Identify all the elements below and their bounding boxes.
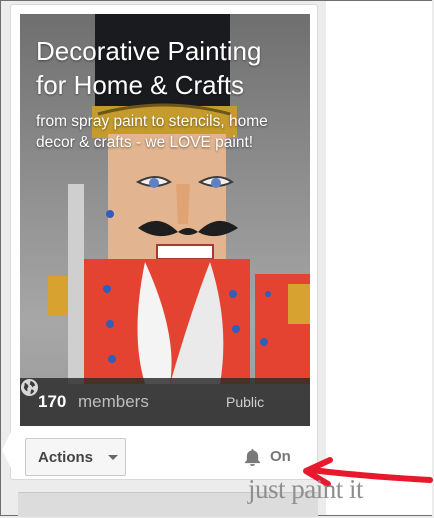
community-title[interactable]: Decorative Painting for Home & Crafts [36, 34, 298, 102]
community-info-bar: 170 members Public [20, 378, 310, 426]
watermark-text: just paint it [248, 474, 364, 504]
notifications-state: On [270, 448, 291, 465]
card-pointer [2, 432, 11, 468]
member-count[interactable]: 170 [38, 392, 66, 412]
visibility-label: Public [226, 394, 265, 410]
actions-button[interactable]: Actions [25, 438, 126, 476]
chevron-down-icon [108, 455, 118, 460]
actions-label: Actions [38, 449, 94, 466]
page-background [326, 1, 432, 515]
community-cover[interactable]: Decorative Painting for Home & Crafts fr… [20, 14, 310, 426]
members-label[interactable]: members [78, 392, 149, 412]
community-tagline: from spray paint to stencils, home decor… [36, 113, 268, 151]
screenshot-page: Decorative Painting for Home & Crafts fr… [0, 0, 434, 518]
bell-icon [244, 448, 261, 466]
globe-icon [20, 378, 39, 397]
